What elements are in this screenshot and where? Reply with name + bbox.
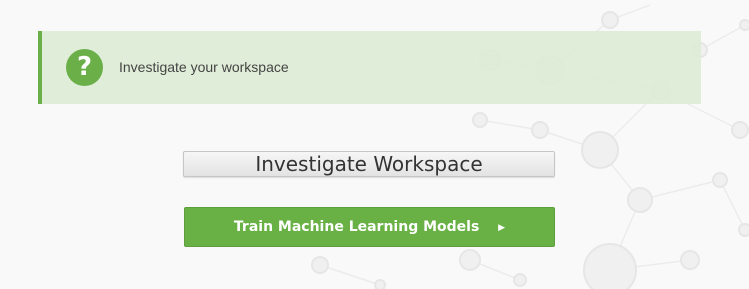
- question-circle-icon: ?: [66, 49, 103, 86]
- investigate-workspace-label: Investigate Workspace: [255, 152, 483, 176]
- info-alert: ? Investigate your workspace: [38, 31, 701, 104]
- caret-right-icon: ▶: [498, 223, 506, 233]
- investigate-workspace-button[interactable]: Investigate Workspace: [183, 151, 555, 177]
- alert-message: Investigate your workspace: [119, 59, 289, 75]
- train-models-button[interactable]: Train Machine Learning Models ▶: [184, 207, 555, 247]
- train-models-label: Train Machine Learning Models: [233, 219, 480, 235]
- question-mark-glyph: ?: [76, 52, 93, 82]
